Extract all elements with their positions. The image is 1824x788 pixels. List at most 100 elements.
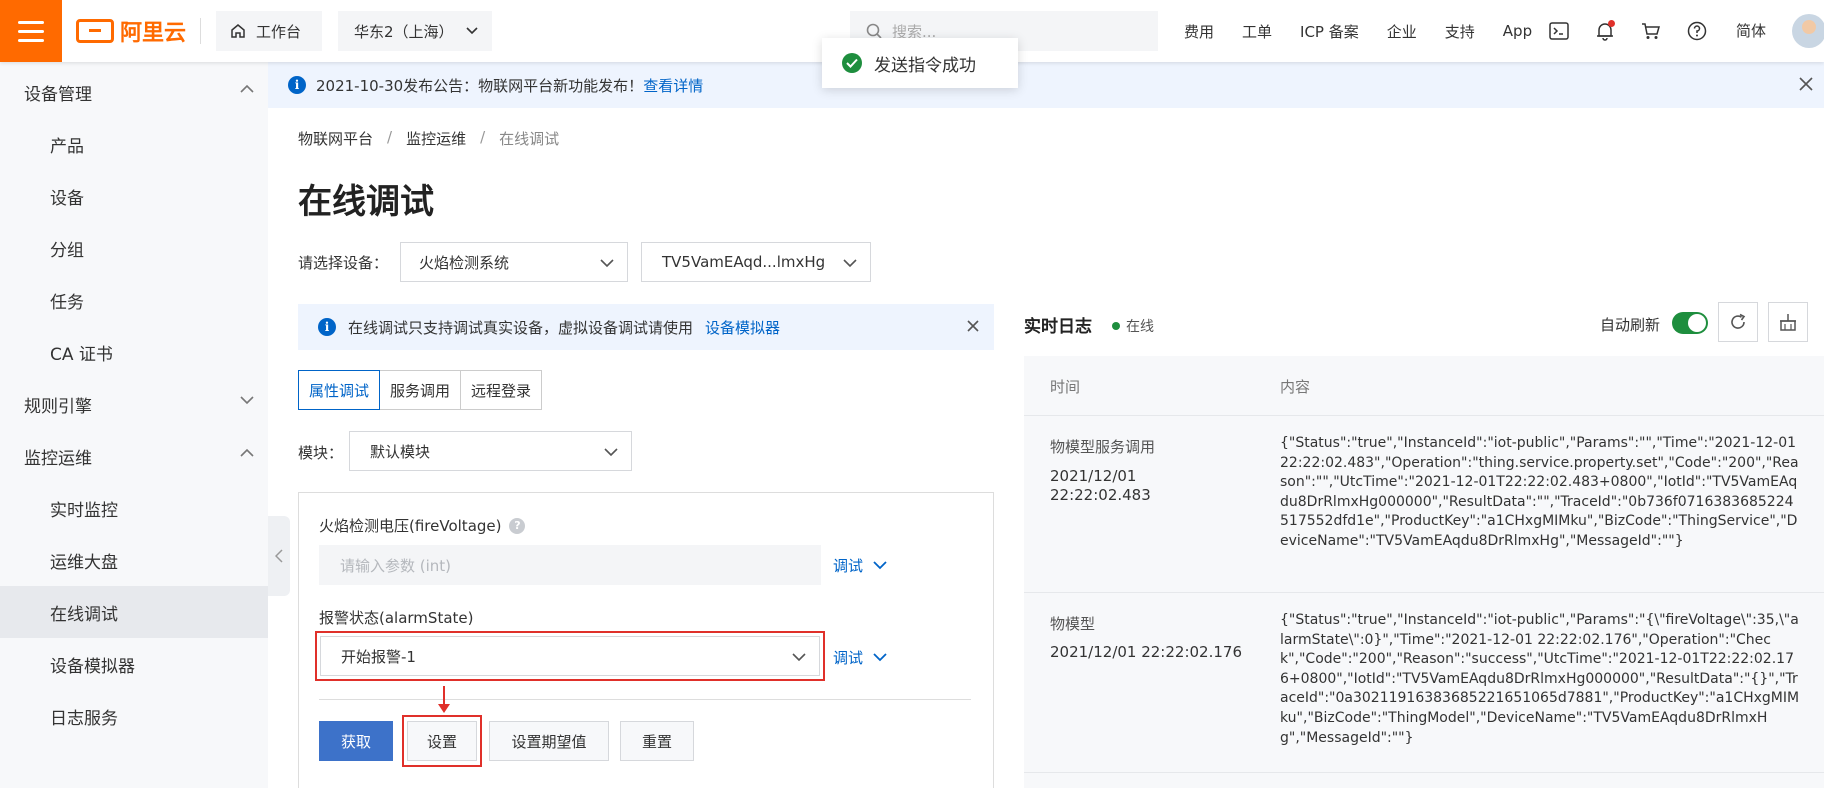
sidebar-item-ops-dashboard[interactable]: 运维大盘 (0, 534, 268, 586)
set-button[interactable]: 设置 (407, 721, 477, 761)
nav-tickets[interactable]: 工单 (1242, 21, 1272, 42)
breadcrumb-current: 在线调试 (499, 130, 560, 148)
help-icon[interactable]: ? (509, 517, 526, 534)
alarm-state-value: 开始报警-1 (341, 647, 416, 666)
status-dot (1112, 322, 1120, 330)
property-panel: 火焰检测电压(fireVoltage) ? 请输入参数 (int) 调试 报警状… (298, 492, 994, 788)
terminal-icon[interactable] (1548, 20, 1570, 42)
chevron-down-icon (240, 396, 254, 405)
debug-label: 调试 (833, 649, 864, 667)
fire-voltage-placeholder: 请输入参数 (int) (340, 556, 452, 575)
sidebar-item-realtime-monitor[interactable]: 实时监控 (0, 482, 268, 534)
check-circle-icon (842, 53, 862, 73)
sidebar-group-rule-engine[interactable]: 规则引擎 (0, 378, 268, 430)
chevron-down-icon (465, 27, 478, 35)
avatar[interactable] (1792, 14, 1824, 48)
fire-voltage-label: 火焰检测电压(fireVoltage) ? (319, 515, 526, 536)
language-switch[interactable]: 简体 (1736, 20, 1766, 41)
top-icons (1548, 0, 1708, 62)
help-icon[interactable] (1686, 20, 1708, 42)
device-select-value: TV5VamEAqd...lmxHg (662, 253, 826, 271)
auto-refresh-toggle[interactable] (1672, 312, 1708, 334)
clear-icon (1780, 314, 1796, 331)
sidebar-item-online-debug[interactable]: 在线调试 (0, 586, 268, 638)
online-status: 在线 (1112, 316, 1154, 336)
clear-log-button[interactable] (1768, 302, 1808, 342)
sidebar-item-groups[interactable]: 分组 (0, 222, 268, 274)
close-icon[interactable] (1798, 76, 1814, 92)
status-text: 在线 (1126, 319, 1154, 335)
sidebar-item-jobs[interactable]: 任务 (0, 274, 268, 326)
breadcrumb-item[interactable]: 物联网平台 (298, 128, 373, 149)
announcement-bar: i 2021-10-30发布公告：物联网平台新功能发布！ 查看详情 (268, 62, 1824, 108)
divider (319, 699, 971, 700)
sidebar-group-monitoring[interactable]: 监控运维 (0, 430, 268, 482)
tab-service-invoke[interactable]: 服务调用 (379, 370, 462, 410)
sidebar-collapse-handle[interactable] (268, 516, 290, 596)
workbench-button[interactable]: 工作台 (216, 11, 322, 51)
sidebar-item-log-service[interactable]: 日志服务 (0, 690, 268, 742)
sidebar-item-device-simulator[interactable]: 设备模拟器 (0, 638, 268, 690)
device-simulator-link[interactable]: 设备模拟器 (705, 317, 780, 338)
page-title: 在线调试 (298, 182, 434, 222)
alarm-state-select[interactable]: 开始报警-1 (320, 636, 820, 676)
sidebar-group-device-management[interactable]: 设备管理 (0, 66, 268, 118)
menu-icon[interactable] (0, 0, 62, 62)
reset-button[interactable]: 重置 (620, 721, 694, 761)
tab-remote-login[interactable]: 远程登录 (460, 370, 543, 410)
debug-tabs: 属性调试 服务调用 远程登录 (298, 370, 543, 410)
region-select[interactable]: 华东2（上海） (338, 11, 492, 51)
device-select[interactable]: TV5VamEAqd...lmxHg (641, 242, 871, 282)
set-expected-button[interactable]: 设置期望值 (489, 721, 609, 761)
nav-enterprise[interactable]: 企业 (1387, 21, 1417, 42)
breadcrumb-item[interactable]: 监控运维 (406, 128, 466, 149)
fire-voltage-debug-button[interactable]: 调试 (833, 555, 887, 576)
sidebar-item-ca-cert[interactable]: CA 证书 (0, 326, 268, 378)
nav-icp[interactable]: ICP 备案 (1300, 21, 1359, 42)
log-time: 2021/12/01 22:22:02.176 (1050, 643, 1242, 661)
alarm-state-debug-button[interactable]: 调试 (833, 647, 887, 668)
column-time: 时间 (1050, 378, 1081, 396)
chevron-down-icon (873, 653, 887, 662)
brand-name: 阿里云 (120, 21, 187, 46)
breadcrumb: 物联网平台 / 监控运维 / 在线调试 (298, 128, 559, 149)
region-label: 华东2（上海） (354, 22, 454, 41)
nav-fees[interactable]: 费用 (1184, 21, 1214, 42)
log-table-header: 时间 内容 (1024, 356, 1824, 416)
auto-refresh-label: 自动刷新 (1600, 316, 1661, 334)
debug-label: 调试 (833, 557, 864, 575)
product-select[interactable]: 火焰检测系统 (400, 242, 628, 282)
tab-property-debug[interactable]: 属性调试 (298, 370, 381, 410)
nav-support[interactable]: 支持 (1445, 21, 1475, 42)
notification-dot (1608, 20, 1615, 27)
announcement-link[interactable]: 查看详情 (643, 75, 703, 96)
sidebar-item-devices[interactable]: 设备 (0, 170, 268, 222)
top-nav: 费用 工单 ICP 备案 企业 支持 App (1184, 0, 1560, 62)
product-select-value: 火焰检测系统 (419, 253, 510, 272)
column-content: 内容 (1280, 378, 1311, 396)
breadcrumb-separator: / (387, 128, 393, 146)
brand-logo[interactable]: 阿里云 (76, 14, 186, 48)
home-icon (231, 24, 245, 38)
fire-voltage-label-text: 火焰检测电压(fireVoltage) (319, 517, 502, 535)
tip-text: 在线调试只支持调试真实设备，虚拟设备调试请使用 (348, 318, 694, 337)
refresh-icon (1731, 313, 1746, 329)
module-label: 模块： (298, 444, 344, 462)
fire-voltage-input[interactable]: 请输入参数 (int) (319, 545, 821, 585)
bell-icon[interactable] (1594, 20, 1616, 42)
chevron-down-icon (792, 653, 806, 662)
sidebar-item-products[interactable]: 产品 (0, 118, 268, 170)
get-button[interactable]: 获取 (319, 721, 393, 761)
module-select[interactable]: 默认模块 (349, 431, 632, 471)
nav-app[interactable]: App (1503, 22, 1532, 40)
sidebar-group-label: 规则引擎 (24, 396, 92, 417)
cart-icon[interactable] (1640, 20, 1662, 42)
log-time: 2021/12/01 22:22:02.483 (1050, 467, 1151, 504)
toast-message: 发送指令成功 (874, 55, 976, 76)
success-toast: 发送指令成功 (822, 38, 1018, 88)
close-icon[interactable] (966, 319, 980, 333)
alarm-state-label-text: 报警状态(alarmState) (319, 609, 474, 627)
breadcrumb-separator: / (480, 128, 486, 146)
refresh-button[interactable] (1718, 302, 1758, 342)
aliyun-logo-icon (76, 19, 114, 43)
